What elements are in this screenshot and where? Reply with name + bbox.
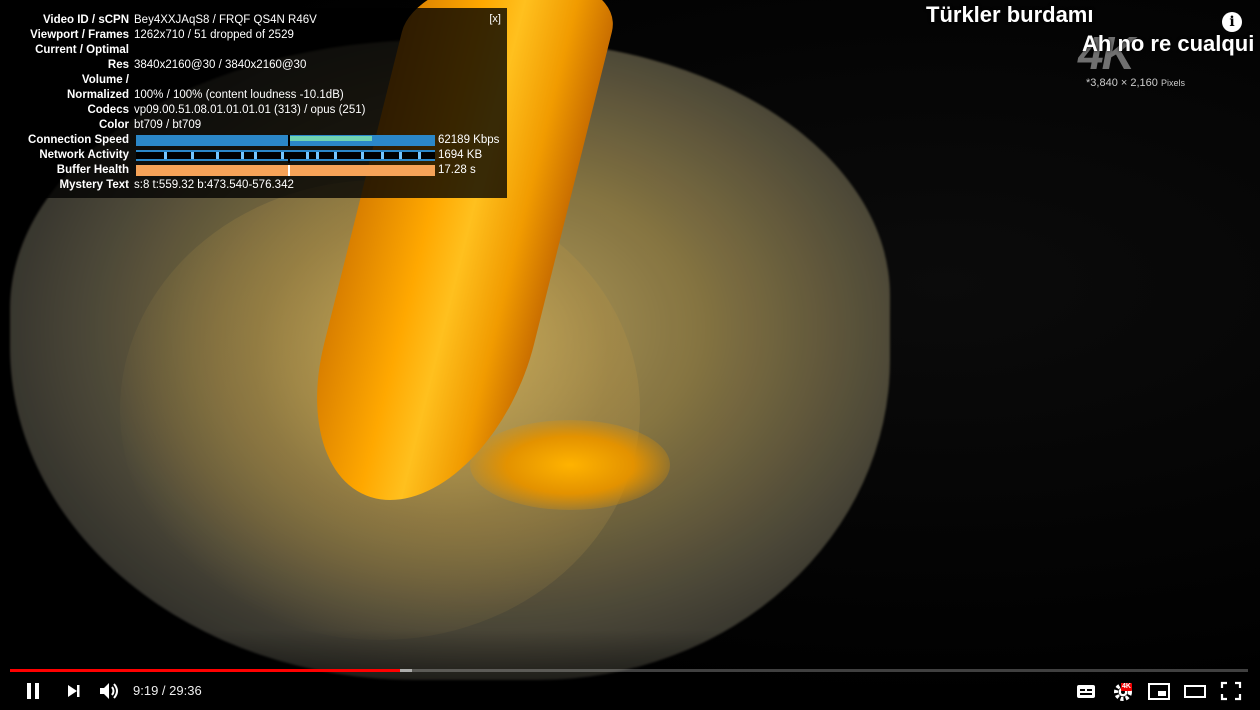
stats-value: 1262x710 / 51 dropped of 2529 [134, 29, 294, 41]
stats-value: vp09.00.51.08.01.01.01.01 (313) / opus (… [134, 104, 366, 116]
stats-row-current-optimal: Current / Optimal [8, 43, 507, 58]
theater-icon [1184, 685, 1206, 698]
stats-value: s:8 t:559.32 b:473.540-576.342 [134, 179, 294, 191]
network-activity-tick [399, 152, 402, 159]
stats-label: Video ID / sCPN [42, 14, 129, 26]
stats-for-nerds-panel: [x] Video ID / sCPN Bey4XXJAqS8 / FRQF Q… [8, 8, 507, 198]
pause-icon [27, 683, 39, 699]
network-activity-tick [164, 152, 167, 159]
stats-label: Network Activity [39, 149, 129, 161]
graph-separator [288, 165, 290, 176]
live-comment-1: Türkler burdamı [926, 2, 1094, 27]
quality-badge: 4K [1121, 683, 1132, 691]
stats-label: Codecs [87, 104, 129, 116]
stats-row-buffer-health: Buffer Health 17.28 s [8, 163, 507, 178]
fullscreen-button[interactable] [1219, 680, 1243, 702]
stats-row-network-activity: Network Activity 1694 KB [8, 148, 507, 163]
subtitles-icon [1077, 685, 1095, 698]
stats-row-normalized: Normalized 100% / 100% (content loudness… [8, 88, 507, 103]
connection-speed-graph [136, 135, 435, 146]
stats-label: Mystery Text [59, 179, 129, 191]
network-activity-tick [316, 152, 319, 159]
connection-speed-fill [290, 136, 372, 141]
stats-value: 1694 KB [438, 149, 483, 161]
stats-label: Color [98, 119, 129, 131]
pixels-caption: *3,840 × 2,160 Pixels [1086, 77, 1185, 89]
miniplayer-icon [1148, 683, 1170, 700]
time-display: 9:19 / 29:36 [133, 683, 202, 698]
network-activity-tick [334, 152, 337, 159]
stats-value: 3840x2160@30 / 3840x2160@30 [134, 59, 307, 71]
progress-bar[interactable] [10, 669, 1248, 672]
miniplayer-button[interactable] [1147, 680, 1171, 702]
pixels-unit: Pixels [1160, 78, 1185, 88]
pause-button[interactable] [24, 680, 42, 702]
volume-icon [100, 683, 118, 699]
stats-value: Bey4XXJAqS8 / FRQF QS4N R46V [134, 14, 317, 26]
stats-row-res: Res 3840x2160@30 / 3840x2160@30 [8, 58, 507, 73]
stats-row-connection-speed: Connection Speed 62189 Kbps [8, 133, 507, 148]
stats-label: Normalized [67, 89, 129, 101]
buffer-health-graph [136, 165, 435, 176]
stats-value: bt709 / bt709 [134, 119, 202, 131]
stats-row-video-id: Video ID / sCPN Bey4XXJAqS8 / FRQF QS4N … [8, 13, 507, 28]
subtitles-button[interactable] [1075, 680, 1097, 702]
network-activity-tick [254, 152, 257, 159]
stats-row-codecs: Codecs vp09.00.51.08.01.01.01.01 (313) /… [8, 103, 507, 118]
live-comment-2: Ah no re cualqui [1082, 31, 1255, 56]
progress-played [10, 669, 400, 672]
stats-label: Res [107, 59, 129, 71]
stats-row-volume: Volume / [8, 73, 507, 88]
network-activity-tick [191, 152, 194, 159]
network-activity-tick [306, 152, 309, 159]
stats-label: Viewport / Frames [30, 29, 129, 41]
stats-value: 100% / 100% (content loudness -10.1dB) [134, 89, 344, 101]
video-content-stream-base [470, 420, 670, 510]
info-icon[interactable]: i [1222, 12, 1242, 32]
volume-button[interactable] [98, 680, 122, 702]
stats-value: 17.28 s [438, 164, 476, 176]
theater-mode-button[interactable] [1183, 680, 1207, 702]
network-activity-tick [216, 152, 219, 159]
network-activity-graph [136, 150, 435, 163]
stats-label: Volume / [81, 74, 129, 86]
pixels-text: 3,840 × 2,160 [1090, 77, 1158, 89]
stats-label: Buffer Health [56, 164, 129, 176]
network-activity-tick [281, 152, 284, 159]
stats-row-mystery-text: Mystery Text s:8 t:559.32 b:473.540-576.… [8, 178, 507, 193]
next-icon [68, 685, 80, 697]
network-activity-tick [418, 152, 421, 159]
network-activity-tick [361, 152, 364, 159]
stats-row-color: Color bt709 / bt709 [8, 118, 507, 133]
network-activity-tick [241, 152, 244, 159]
stats-row-viewport: Viewport / Frames 1262x710 / 51 dropped … [8, 28, 507, 43]
fullscreen-icon [1220, 681, 1242, 701]
stats-label: Current / Optimal [35, 44, 129, 56]
next-button[interactable] [64, 680, 84, 702]
network-activity-tick [381, 152, 384, 159]
stats-value: 62189 Kbps [438, 134, 500, 146]
graph-separator [288, 152, 290, 163]
stats-label: Connection Speed [28, 134, 129, 146]
